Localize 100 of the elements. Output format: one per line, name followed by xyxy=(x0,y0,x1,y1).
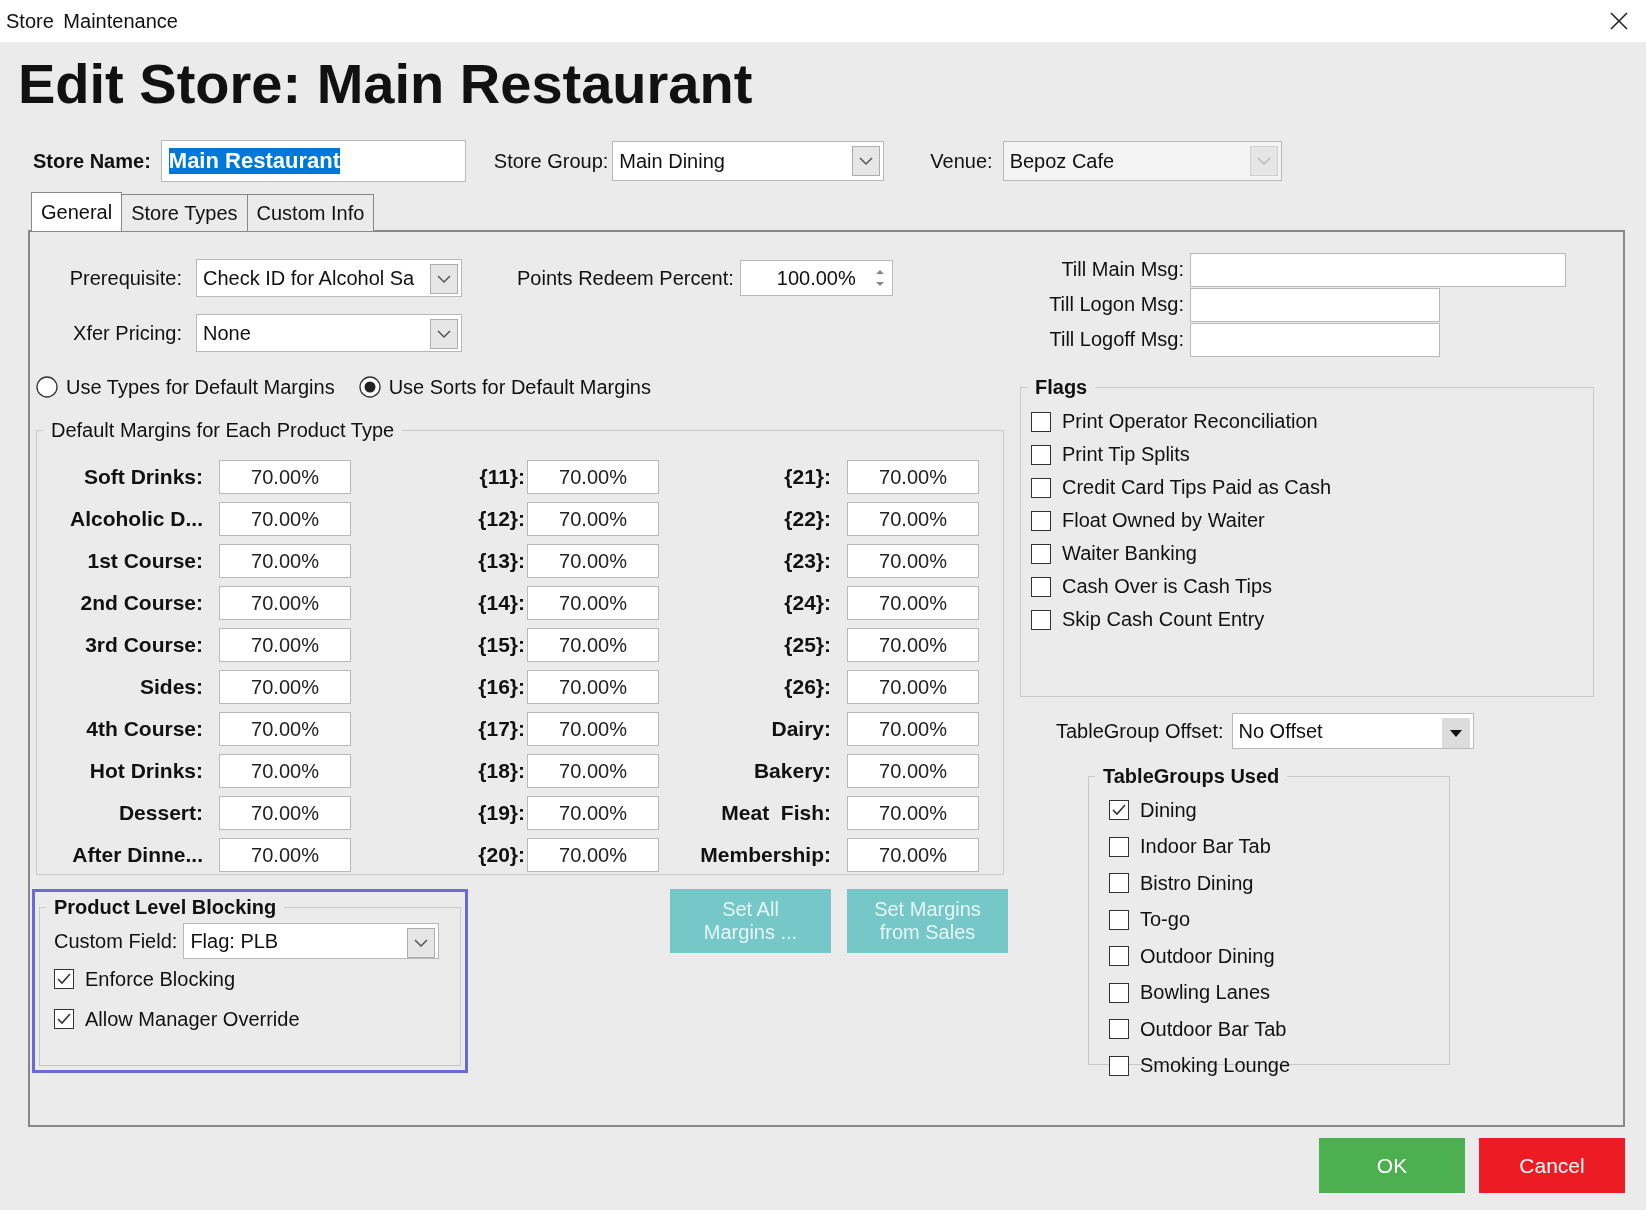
margin-field[interactable]: 70.00% xyxy=(527,628,659,662)
margin-field[interactable]: 70.00% xyxy=(527,712,659,746)
margin-field[interactable]: 70.00% xyxy=(527,586,659,620)
margin-field[interactable]: 70.00% xyxy=(527,754,659,788)
checkbox[interactable] xyxy=(1031,444,1051,465)
margin-field[interactable]: 70.00% xyxy=(847,502,979,536)
checkbox[interactable] xyxy=(1109,946,1129,967)
store-name-field[interactable]: Main Restaurant xyxy=(160,140,466,182)
checkbox[interactable] xyxy=(1109,1055,1129,1076)
checkbox-label[interactable]: Print Operator Reconciliation xyxy=(1062,410,1318,433)
margin-field[interactable]: 70.00% xyxy=(219,670,351,704)
checkbox[interactable] xyxy=(1031,477,1051,498)
checkbox[interactable] xyxy=(54,1009,74,1029)
group-title: TableGroups Used xyxy=(1102,765,1281,788)
margin-field[interactable]: 70.00% xyxy=(847,628,979,662)
margin-label: {22}: xyxy=(784,507,831,531)
margin-field[interactable]: 70.00% xyxy=(219,460,351,494)
checkbox[interactable] xyxy=(1109,836,1129,857)
margin-label: {25}: xyxy=(784,633,831,657)
margin-label: Bakery: xyxy=(753,759,831,783)
margin-field[interactable]: 70.00% xyxy=(847,838,979,872)
page-heading: Edit Store: Main Restaurant xyxy=(18,52,754,116)
margin-field[interactable]: 70.00% xyxy=(219,544,351,578)
radio-label[interactable]: Use Sorts for Default Margins xyxy=(388,375,651,399)
margin-label: Alcoholic D... xyxy=(70,507,203,531)
checkbox-label[interactable]: Enforce Blocking xyxy=(85,967,236,991)
checkbox-label[interactable]: Dining xyxy=(1140,798,1197,822)
margin-field[interactable]: 70.00% xyxy=(219,502,351,536)
message-field[interactable] xyxy=(1190,287,1440,322)
checkbox-label[interactable]: Indoor Bar Tab xyxy=(1140,835,1271,859)
dropdown[interactable]: None xyxy=(196,314,462,352)
dropdown[interactable]: No Offset xyxy=(1231,713,1474,749)
margin-field[interactable]: 70.00% xyxy=(527,796,659,830)
tab[interactable]: General xyxy=(31,192,123,231)
group-title: Flags xyxy=(1034,376,1089,399)
margin-field[interactable]: 70.00% xyxy=(527,670,659,704)
message-field[interactable] xyxy=(1190,252,1566,287)
margin-field[interactable]: 70.00% xyxy=(847,796,979,830)
tab[interactable]: Store Types xyxy=(121,194,248,231)
margin-field[interactable]: 70.00% xyxy=(527,838,659,872)
checkbox-label[interactable]: Cash Over is Cash Tips xyxy=(1062,575,1273,598)
dropdown[interactable]: Check ID for Alcohol Sa xyxy=(196,259,462,297)
margin-field[interactable]: 70.00% xyxy=(527,544,659,578)
margin-field[interactable]: 70.00% xyxy=(219,838,351,872)
dropdown[interactable]: Main Dining xyxy=(612,141,885,181)
message-field[interactable] xyxy=(1190,322,1440,357)
close-icon[interactable] xyxy=(1610,12,1628,30)
margin-label: Sides: xyxy=(139,675,203,699)
margin-label: {15}: xyxy=(478,633,525,657)
checkbox[interactable] xyxy=(1031,609,1051,630)
field-label: Points Redeem Percent: xyxy=(517,266,734,290)
margin-field[interactable]: 70.00% xyxy=(847,544,979,578)
margin-field[interactable]: 70.00% xyxy=(219,628,351,662)
margin-field[interactable]: 70.00% xyxy=(527,460,659,494)
checkbox-label[interactable]: Waiter Banking xyxy=(1062,542,1197,565)
checkbox-label[interactable]: Smoking Lounge xyxy=(1140,1054,1291,1078)
radio-label[interactable]: Use Types for Default Margins xyxy=(66,375,335,399)
checkbox[interactable] xyxy=(1031,543,1051,564)
checkbox-label[interactable]: Bowling Lanes xyxy=(1140,981,1271,1005)
checkbox[interactable] xyxy=(1031,510,1051,531)
radio-button[interactable] xyxy=(358,376,381,398)
checkbox-label[interactable]: Allow Manager Override xyxy=(85,1007,300,1031)
checkbox-label[interactable]: Skip Cash Count Entry xyxy=(1062,608,1265,631)
group-title: Product Level Blocking xyxy=(53,896,278,919)
radio-button[interactable] xyxy=(36,376,58,398)
checkbox-label[interactable]: Outdoor Dining xyxy=(1140,944,1275,968)
field-label: Store Group: xyxy=(493,149,609,173)
checkbox[interactable] xyxy=(1109,909,1129,930)
checkbox-label[interactable]: Outdoor Bar Tab xyxy=(1140,1017,1287,1041)
checkbox[interactable] xyxy=(1031,411,1051,432)
margin-field[interactable]: 70.00% xyxy=(219,754,351,788)
margin-field[interactable]: 70.00% xyxy=(219,796,351,830)
margin-field[interactable]: 70.00% xyxy=(219,712,351,746)
checkbox[interactable] xyxy=(1031,576,1051,597)
dropdown[interactable]: Flag: PLB xyxy=(183,923,440,959)
margin-field[interactable]: 70.00% xyxy=(847,670,979,704)
checkbox[interactable] xyxy=(1109,873,1129,894)
chevron-down-icon xyxy=(852,146,881,176)
checkbox[interactable] xyxy=(1109,800,1129,821)
margin-field[interactable]: 70.00% xyxy=(219,586,351,620)
checkbox-label[interactable]: Print Tip Splits xyxy=(1062,443,1190,466)
margin-field[interactable]: 70.00% xyxy=(847,586,979,620)
cancel-button[interactable]: Cancel xyxy=(1479,1138,1625,1193)
checkbox[interactable] xyxy=(54,969,74,989)
margin-label: After Dinne... xyxy=(72,843,203,867)
checkbox[interactable] xyxy=(1109,982,1129,1003)
margin-field[interactable]: 70.00% xyxy=(847,712,979,746)
checkbox-label[interactable]: Credit Card Tips Paid as Cash xyxy=(1062,476,1331,499)
tab[interactable]: Custom Info xyxy=(246,194,375,231)
margin-label: {16}: xyxy=(478,675,525,699)
margin-field[interactable]: 70.00% xyxy=(847,460,979,494)
chevron-down-icon xyxy=(430,319,458,349)
field-label: Till Main Msg: xyxy=(1060,258,1184,281)
checkbox-label[interactable]: To-go xyxy=(1140,908,1191,932)
margin-field[interactable]: 70.00% xyxy=(847,754,979,788)
checkbox[interactable] xyxy=(1109,1019,1129,1040)
margin-field[interactable]: 70.00% xyxy=(527,502,659,536)
checkbox-label[interactable]: Bistro Dining xyxy=(1140,871,1254,895)
percent-spinner[interactable]: 100.00% xyxy=(739,260,893,296)
checkbox-label[interactable]: Float Owned by Waiter xyxy=(1062,509,1265,532)
